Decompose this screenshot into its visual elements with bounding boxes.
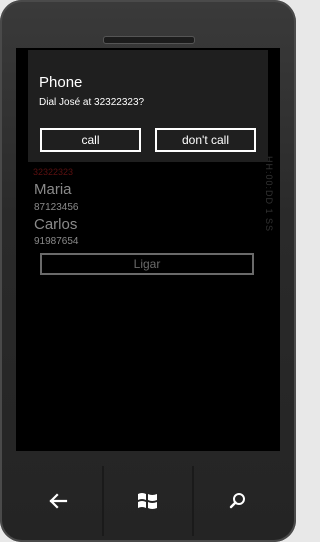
phone-call-dialog: Phone Dial José at 32322323? call don't … (28, 50, 268, 162)
faded-number: 32322323 (33, 167, 74, 177)
side-text: HH:00:DD 1 SS (264, 156, 274, 233)
dont-call-button[interactable]: don't call (155, 128, 256, 152)
contact-name[interactable]: Carlos (34, 216, 77, 233)
back-button[interactable] (14, 466, 102, 536)
ligar-button[interactable]: Ligar (40, 253, 254, 275)
dialog-title: Phone (39, 74, 83, 91)
start-button[interactable] (102, 466, 192, 536)
phone-body: 32322323 HH:00:DD 1 SS Maria 87123456 Ca… (0, 0, 296, 542)
windows-logo-icon (138, 493, 157, 509)
contact-name[interactable]: Maria (34, 181, 72, 198)
contact-number: 91987654 (34, 236, 79, 247)
call-button[interactable]: call (40, 128, 141, 152)
search-button[interactable] (192, 466, 282, 536)
dialog-message: Dial José at 32322323? (39, 97, 145, 108)
search-icon (229, 493, 245, 509)
phone-screen: 32322323 HH:00:DD 1 SS Maria 87123456 Ca… (16, 48, 280, 451)
hardware-button-bar (14, 466, 282, 536)
back-arrow-icon (49, 493, 68, 509)
contact-number: 87123456 (34, 202, 79, 213)
speaker-grille (103, 36, 195, 44)
